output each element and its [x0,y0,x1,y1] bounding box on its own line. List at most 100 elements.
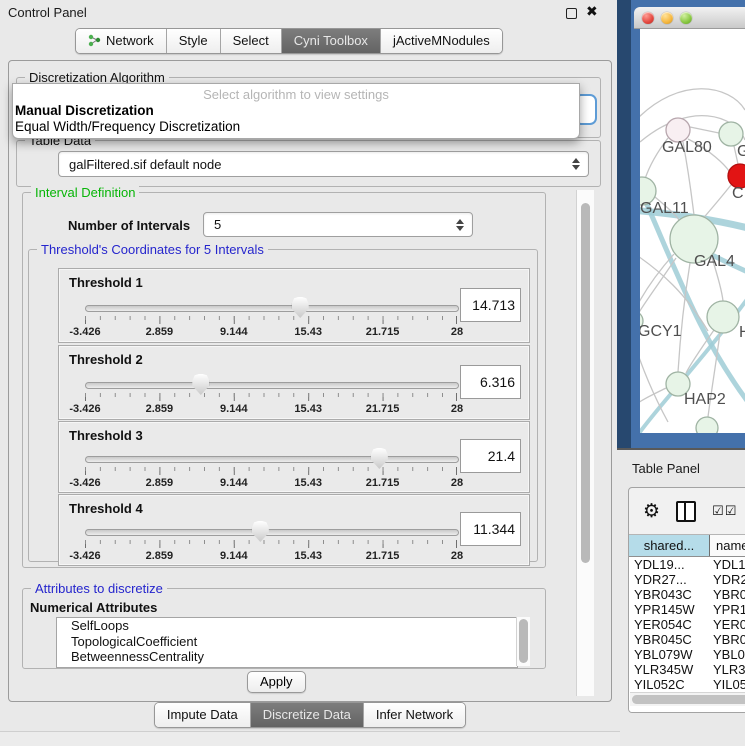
close-icon[interactable]: ✖ [586,3,598,20]
slider-ticks [85,467,457,475]
bottom-strip [0,731,620,746]
popup-item-manual-discretization[interactable]: Manual Discretization [13,102,579,118]
table-row[interactable]: YDR27...YDR27... [629,572,745,587]
table-data-combo[interactable]: galFiltered.sif default node [58,151,589,177]
threshold-1-value-field[interactable]: 14.713 [460,288,521,322]
popup-item-equal-width[interactable]: Equal Width/Frequency Discretization [13,118,579,134]
tab-infer-network[interactable]: Infer Network [363,703,465,727]
tick-label: 28 [451,326,463,338]
table-cell[interactable]: YER054C [709,617,745,632]
select-columns-icons[interactable]: ☑☑ [712,503,737,519]
table-panel-divider[interactable] [617,448,745,450]
table-hscrollbar-thumb[interactable] [632,695,745,704]
threshold-2-panel: Threshold 2 -3.4262.8599.14415.4321.7152… [58,345,530,420]
popup-hint: Select algorithm to view settings [13,84,579,102]
network-edge [640,89,745,120]
threshold-1-slider[interactable] [85,305,459,312]
table-row[interactable]: YER054CYER054C [629,617,745,632]
table-cell[interactable]: YBL079W [629,647,709,662]
tab-cyni-toolbox[interactable]: Cyni Toolbox [281,29,380,53]
minimize-traffic-light-icon[interactable] [661,12,673,24]
tab-discretize-data[interactable]: Discretize Data [250,703,363,727]
network-node[interactable] [707,301,739,333]
top-tab-bar: Network Style Select Cyni Toolbox jActiv… [75,28,503,54]
slider-ticks [85,540,457,548]
numerical-attributes-list[interactable]: SelfLoopsTopologicalCoefficientBetweenne… [56,617,518,668]
table-row[interactable]: YLR345WYLR345W [629,662,745,677]
table-cell[interactable]: YPR145W [629,602,709,617]
slider-tick-labels: -3.4262.8599.14415.4321.71528 [85,477,457,489]
table-cell[interactable]: YER054C [629,617,709,632]
tab-impute-data[interactable]: Impute Data [155,703,250,727]
threshold-3-value-field[interactable]: 21.4 [460,439,521,473]
float-window-icon[interactable] [566,8,577,19]
slider-ticks [85,393,457,401]
threshold-2-value-field[interactable]: 6.316 [460,365,521,399]
tick-label: 9.144 [220,477,248,489]
network-icon [88,34,101,47]
table-hscrollbar-track[interactable] [630,692,745,706]
apply-button[interactable]: Apply [247,671,306,693]
table-cell[interactable]: YDL19... [629,557,709,572]
slider-thumb[interactable] [371,448,388,469]
panel-divider[interactable] [617,0,631,449]
table-row[interactable]: YBR045CYBR045C [629,632,745,647]
attributes-scrollbar-track[interactable] [516,617,530,666]
table-cell[interactable]: YBL079W [709,647,745,662]
table-row[interactable]: YBR043CYBR043C [629,587,745,602]
slider-tick-labels: -3.4262.8599.14415.4321.71528 [85,403,457,415]
number-of-intervals-combo[interactable]: 5 [203,212,473,237]
column-layout-icon[interactable] [676,501,696,522]
slider-thumb[interactable] [292,297,309,318]
network-node-label: H [739,324,745,341]
table-cell[interactable]: YLR345W [709,662,745,677]
slider-thumb[interactable] [192,374,209,395]
tab-network[interactable]: Network [76,29,166,53]
table-row[interactable]: YDL19...YDL19... [629,557,745,572]
table-cell[interactable]: YDR27... [629,572,709,587]
table-cell[interactable]: YDL19... [709,557,745,572]
zoom-traffic-light-icon[interactable] [680,12,692,24]
tab-style[interactable]: Style [166,29,220,53]
network-window-titlebar[interactable] [634,7,745,29]
close-traffic-light-icon[interactable] [642,12,654,24]
table-cell[interactable]: YBR043C [709,587,745,602]
tab-label: jActiveMNodules [393,33,490,48]
main-scrollbar-thumb[interactable] [581,203,590,563]
list-item[interactable]: SelfLoops [57,618,517,634]
table-cell[interactable]: YIL052C [629,677,709,692]
tab-label: Infer Network [376,707,453,722]
list-item[interactable]: TopologicalCoefficient [57,634,517,650]
threshold-4-slider[interactable] [85,529,459,536]
table-cell[interactable]: YBR045C [629,632,709,647]
threshold-3-slider[interactable] [85,456,459,463]
table-cell[interactable]: YDR27... [709,572,745,587]
table-row[interactable]: YPR145WYPR145W [629,602,745,617]
tab-select[interactable]: Select [220,29,281,53]
table-row[interactable]: YBL079WYBL079W [629,647,745,662]
gear-icon[interactable]: ⚙ [643,502,660,521]
column-header-name[interactable]: name [710,535,745,556]
network-view-canvas[interactable]: GAL80GACGAL11GAL4GCY1HHAP2 [640,29,745,433]
slider-tick-labels: -3.4262.8599.14415.4321.71528 [85,550,457,562]
table-cell[interactable]: YLR345W [629,662,709,677]
slider-thumb[interactable] [252,521,269,542]
table-cell[interactable]: YBR043C [629,587,709,602]
tick-label: 28 [451,550,463,562]
list-item[interactable]: BetweennessCentrality [57,649,517,665]
threshold-4-value-field[interactable]: 11.344 [460,512,521,546]
group-title: Threshold's Coordinates for 5 Intervals [37,242,268,257]
column-header-shared-name[interactable]: shared... [629,535,710,556]
tick-label: 2.859 [146,403,174,415]
threshold-2-slider[interactable] [85,382,459,389]
table-cell[interactable]: YPR145W [709,602,745,617]
attributes-scrollbar-thumb[interactable] [519,619,528,663]
table-cell[interactable]: YIL052C [709,677,745,692]
network-node[interactable] [696,417,718,433]
tick-label: 15.43 [294,326,322,338]
tab-jactivemnodules[interactable]: jActiveMNodules [380,29,502,53]
tab-label: Style [179,33,208,48]
table-cell[interactable]: YBR045C [709,632,745,647]
table-row[interactable]: YIL052CYIL052C [629,677,745,692]
main-scrollbar-track[interactable] [576,190,594,696]
